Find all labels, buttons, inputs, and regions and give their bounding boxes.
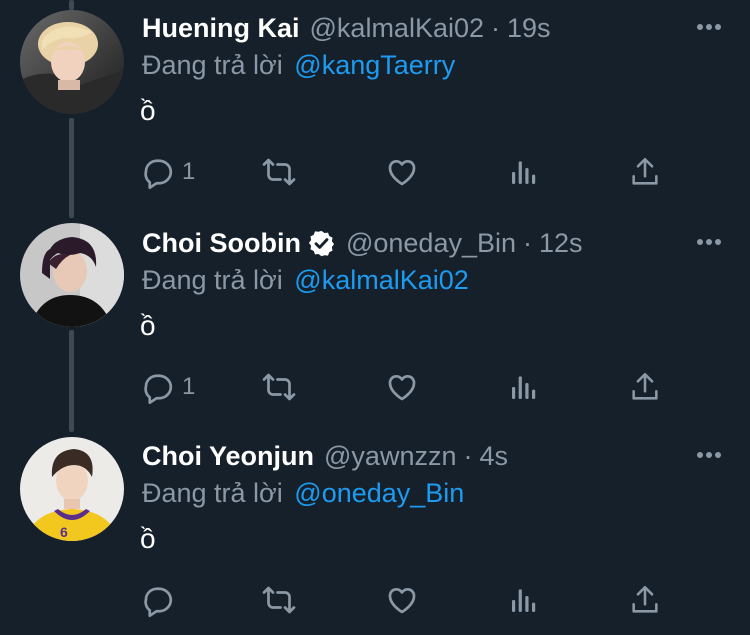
author-name[interactable]: Choi Yeonjun	[142, 441, 314, 472]
svg-text:6: 6	[60, 524, 68, 540]
tweet-text: ồ	[140, 523, 156, 554]
share-button[interactable]	[628, 580, 662, 620]
views-button[interactable]	[508, 580, 540, 620]
author-handle[interactable]: @yawnzzn	[324, 441, 456, 472]
action-bar	[140, 580, 670, 620]
separator-dot: ·	[463, 440, 473, 471]
retweet-icon	[262, 586, 296, 614]
replying-to-label: Đang trả lời	[142, 478, 283, 508]
heart-icon	[388, 588, 416, 614]
reply-button[interactable]	[140, 580, 182, 620]
avatar[interactable]: 6	[20, 437, 124, 541]
retweet-button[interactable]	[260, 580, 298, 620]
replying-to: Đang trả lời @oneday_Bin	[142, 478, 464, 509]
reply-thread: Huening Kai @kalmalKai02 · 19s Đang trả …	[0, 0, 750, 635]
tweet[interactable]: 6 Choi Yeonjun @yawnzzn · 4s Đang trả lờ…	[0, 0, 750, 635]
timestamp[interactable]: 4s	[479, 441, 508, 472]
reply-icon	[144, 587, 173, 618]
like-button[interactable]	[384, 580, 420, 620]
analytics-icon	[512, 589, 536, 612]
mention-link[interactable]: @oneday_Bin	[294, 478, 464, 508]
more-icon[interactable]	[695, 450, 723, 460]
share-icon	[632, 585, 658, 613]
